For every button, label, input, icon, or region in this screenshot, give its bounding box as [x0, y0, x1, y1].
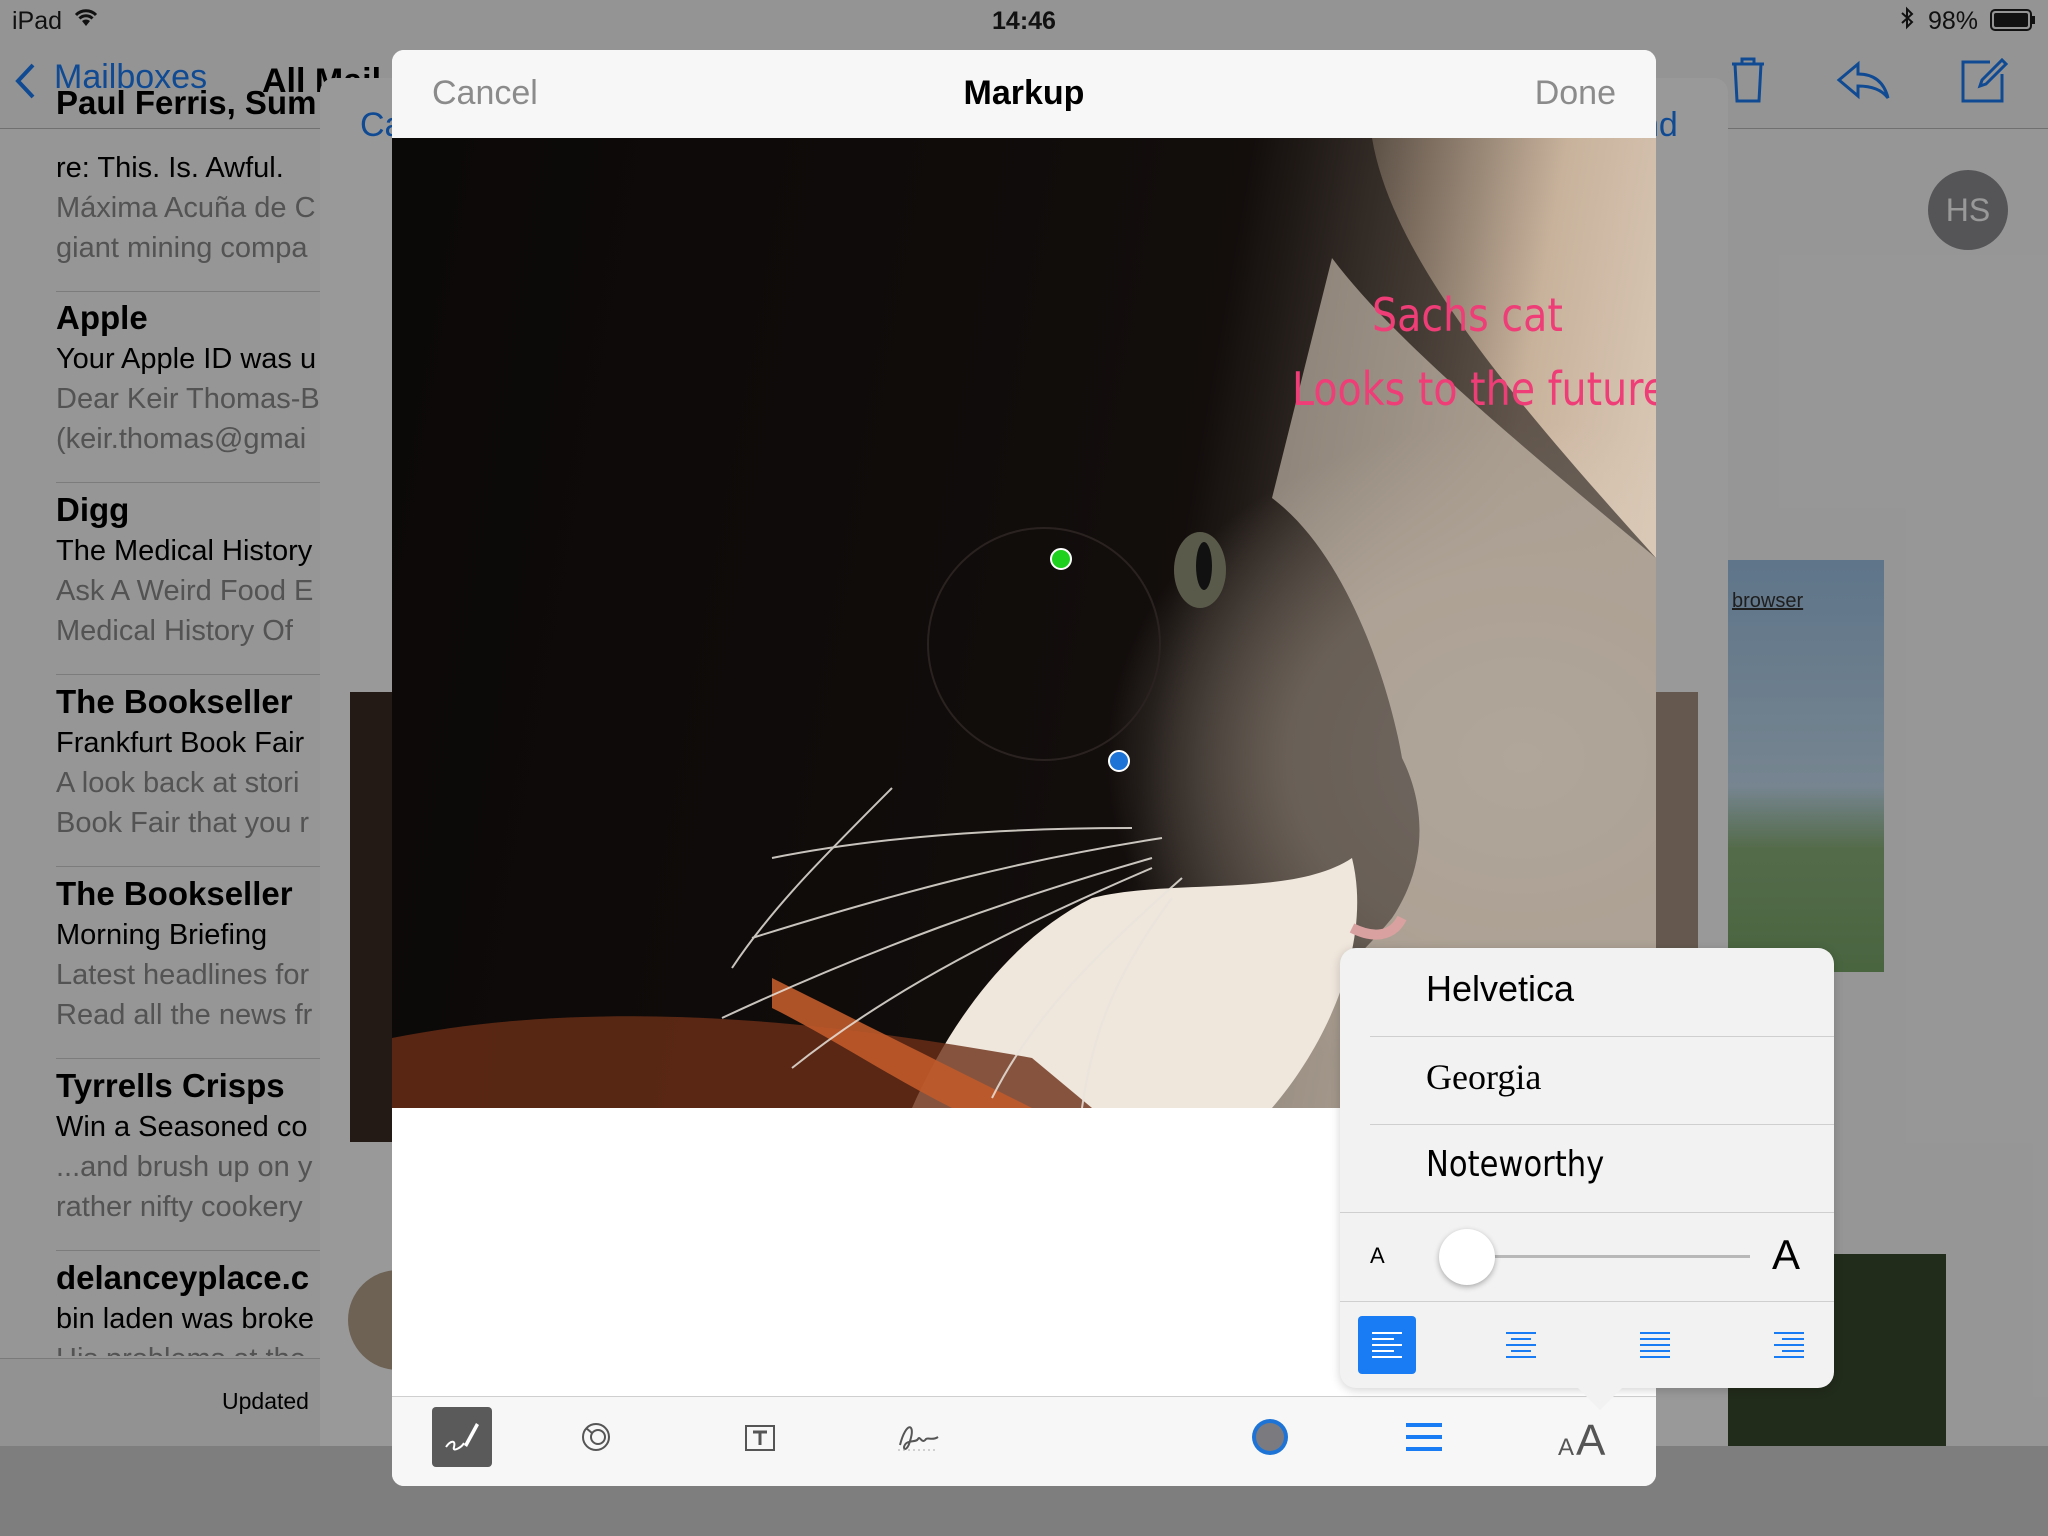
- size-large-label: A: [1772, 1231, 1801, 1278]
- font-option-noteworthy[interactable]: Noteworthy: [1370, 1124, 1834, 1212]
- bluetooth-icon: [1898, 6, 1916, 37]
- clock: 14:46: [992, 7, 1056, 35]
- page-title: Markup: [963, 74, 1085, 112]
- align-justify-icon: [1640, 1332, 1670, 1358]
- magnifier-zoom-handle[interactable]: [1108, 750, 1130, 772]
- align-left-icon: [1372, 1332, 1402, 1358]
- align-left-button[interactable]: [1358, 1316, 1416, 1374]
- align-center-icon: [1506, 1332, 1536, 1358]
- markup-nav-bar: Cancel Markup Done: [392, 50, 1656, 139]
- sketch-icon[interactable]: [432, 1407, 492, 1467]
- line-weight-icon[interactable]: [1394, 1407, 1454, 1467]
- align-right-button[interactable]: [1760, 1316, 1818, 1374]
- markup-caption[interactable]: Sachs cat: [1372, 288, 1563, 342]
- markup-caption[interactable]: Looks to the future: [1292, 362, 1656, 416]
- font-popover: Helvetica Georgia Noteworthy A A: [1340, 948, 1834, 1410]
- font-size-slider-thumb[interactable]: [1438, 1229, 1495, 1285]
- status-bar: iPad 14:46 98%: [0, 0, 2048, 42]
- font-option-label: Noteworthy: [1426, 1144, 1605, 1185]
- battery-icon: [1990, 9, 2036, 31]
- text-box-icon[interactable]: [730, 1407, 790, 1467]
- magnifier-icon[interactable]: [566, 1407, 626, 1467]
- font-option-label: Georgia: [1426, 1057, 1542, 1097]
- font-size-slider-track[interactable]: [1452, 1255, 1750, 1258]
- signature-icon[interactable]: [888, 1407, 948, 1467]
- align-justify-button[interactable]: [1626, 1316, 1684, 1374]
- font-option-georgia[interactable]: Georgia: [1370, 1036, 1834, 1125]
- font-size-row: A A: [1340, 1212, 1834, 1302]
- align-right-icon: [1774, 1332, 1804, 1358]
- alignment-row: [1340, 1300, 1834, 1388]
- popover-arrow: [1576, 1386, 1624, 1410]
- color-picker-icon[interactable]: [1240, 1407, 1300, 1467]
- magnifier-size-handle[interactable]: [1050, 548, 1072, 570]
- battery-percent: 98%: [1928, 7, 1979, 35]
- size-small-label: A: [1370, 1243, 1385, 1268]
- markup-toolbar: AA: [392, 1396, 1656, 1486]
- done-button[interactable]: Done: [1535, 74, 1616, 113]
- font-option-label: Helvetica: [1426, 968, 1575, 1009]
- font-option-helvetica[interactable]: Helvetica: [1370, 948, 1834, 1037]
- svg-text:A: A: [1576, 1416, 1606, 1459]
- align-center-button[interactable]: [1492, 1316, 1550, 1374]
- svg-text:A: A: [1558, 1434, 1574, 1459]
- font-style-icon[interactable]: AA: [1554, 1407, 1614, 1467]
